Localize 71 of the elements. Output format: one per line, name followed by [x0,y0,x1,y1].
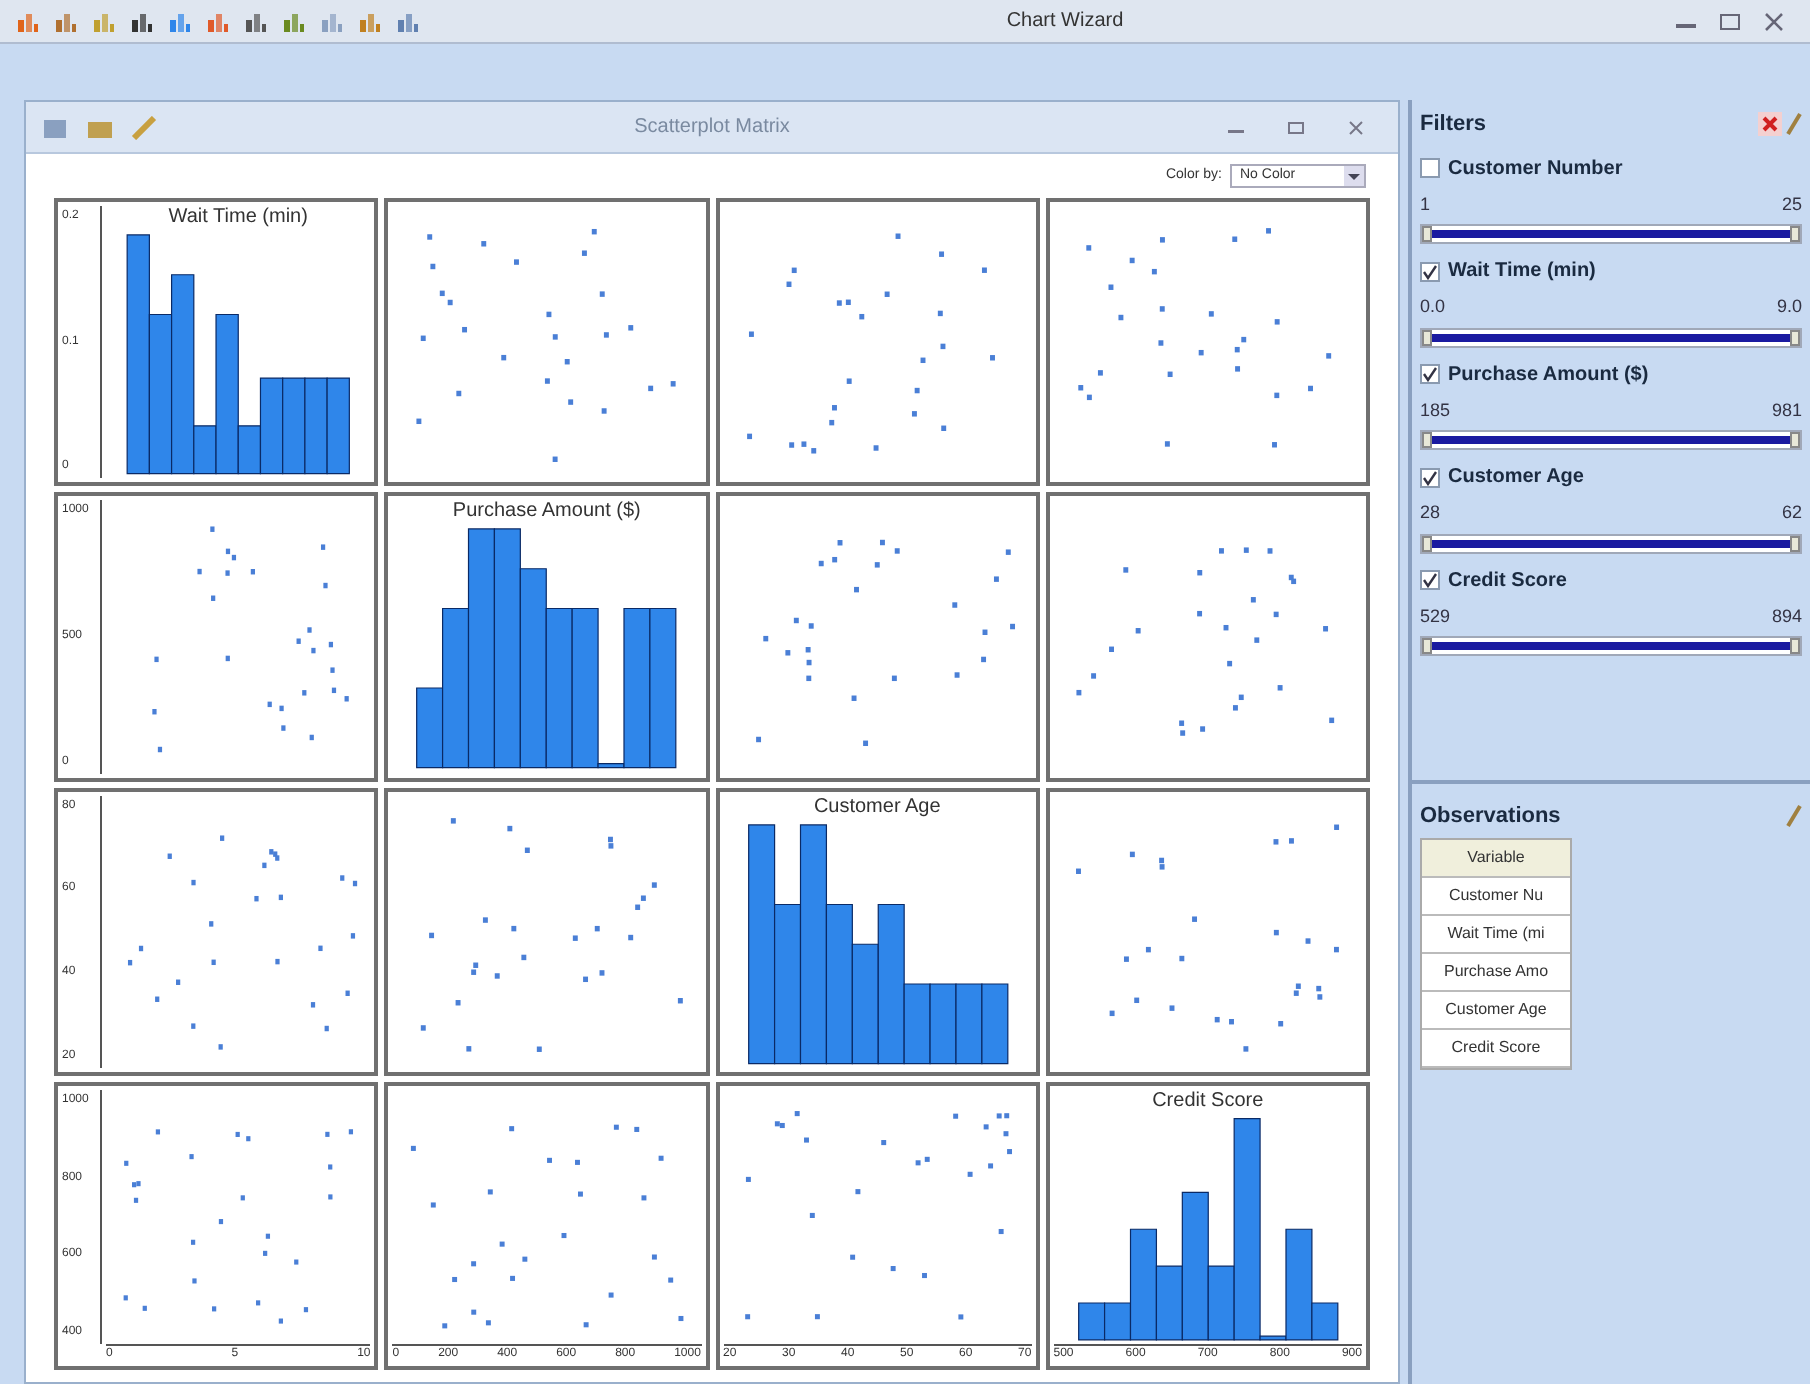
range-slider[interactable] [1420,430,1802,450]
range-slider[interactable] [1420,224,1802,244]
slider-thumb[interactable] [1790,329,1800,345]
pencil-icon[interactable] [130,115,158,139]
filter-max-value: 62 [1781,500,1802,526]
filter-label: Credit Score [1448,567,1567,595]
checkmark-icon [1422,469,1438,485]
filter-label: Wait Time (min) [1448,258,1596,286]
filter-label: Customer Number [1448,155,1623,183]
filter-min-value: 1 [1420,191,1431,217]
filter-label: Purchase Amount ($) [1448,361,1649,389]
histogram-bar [1077,1301,1105,1340]
table-cell: Customer Age [1422,991,1570,1029]
checkmark-icon [1422,366,1438,382]
table-cell: Customer Nu [1422,877,1570,915]
histogram-bar [326,377,350,475]
slider-thumb[interactable] [1422,329,1432,345]
slider-thumb[interactable] [1422,226,1432,242]
histogram-bar [928,982,956,1064]
slider-thumb[interactable] [1790,432,1800,448]
filter-max-value: 981 [1771,397,1802,423]
filter-min-value: 28 [1420,500,1441,526]
filter-max-value: 25 [1781,191,1802,217]
histogram-title: Customer Age [811,795,943,819]
window-title: Chart Wizard [1004,8,1126,36]
filter-checkbox[interactable] [1420,467,1440,487]
histogram-title: Credit Score [1150,1089,1266,1114]
filter-checkbox[interactable] [1420,570,1440,590]
table-cell: Wait Time (mi [1422,915,1570,953]
histogram-bar [304,377,328,475]
slider-thumb[interactable] [1790,638,1800,654]
histogram-bar [980,982,1008,1064]
close-icon[interactable] [1762,11,1786,31]
close-icon[interactable] [1346,117,1366,137]
maximize-icon[interactable] [1286,117,1306,137]
filter-checkbox[interactable] [1420,364,1440,384]
filter-min-value: 185 [1420,397,1451,423]
histogram-bar [850,942,878,1064]
histogram-bar [954,982,982,1064]
filter-max-value: 894 [1771,603,1802,629]
slider-thumb[interactable] [1422,535,1432,551]
histogram-title: Purchase Amount ($) [450,500,643,525]
observations-title: Observations [1420,802,1561,832]
table-cell: Credit Score [1422,1029,1570,1067]
slider-thumb[interactable] [1790,535,1800,551]
range-slider[interactable] [1420,636,1802,656]
checkmark-icon [1422,572,1438,588]
filter-label: Customer Age [1448,464,1584,492]
slider-thumb[interactable] [1790,226,1800,242]
histogram-title: Wait Time (min) [166,206,310,230]
filter-checkbox[interactable] [1420,261,1440,281]
table-cell: Purchase Amo [1422,953,1570,991]
filters-title: Filters [1420,110,1487,140]
filter-min-value: 0.0 [1420,294,1446,320]
chart-window-title: Scatterplot Matrix [632,114,792,142]
brush-icon[interactable] [1786,804,1802,829]
histogram-bar [282,377,306,475]
toolbar-chart-icon[interactable] [244,9,268,33]
toolbar-chart-icon[interactable] [130,9,154,33]
filter-max-value: 9.0 [1776,294,1802,320]
range-slider[interactable] [1420,327,1802,347]
slider-thumb[interactable] [1422,638,1432,654]
range-slider[interactable] [1420,533,1802,553]
close-icon[interactable] [1758,112,1782,137]
table-header: Variable [1422,839,1570,877]
checkmark-icon [1422,263,1438,279]
filter-min-value: 529 [1420,603,1451,629]
brush-icon[interactable] [1786,112,1802,137]
slider-thumb[interactable] [1422,432,1432,448]
filter-checkbox[interactable] [1420,158,1440,178]
maximize-icon[interactable] [1718,11,1742,31]
